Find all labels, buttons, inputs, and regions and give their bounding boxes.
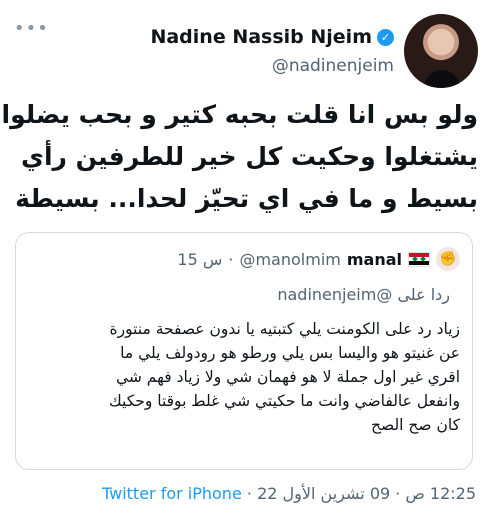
quoted-text-line: وانفعل عالفاضي وانت ما حكيتي شي غلط بوقت… bbox=[108, 392, 460, 410]
tweet-source-link[interactable]: Twitter for iPhone bbox=[102, 484, 242, 503]
meta-separator: · bbox=[228, 249, 234, 269]
tweet-footer: 12:25 ص · 09 تشرين الأول 22 · Twitter fo… bbox=[102, 484, 476, 503]
quoted-tweet-time: 15 س bbox=[177, 249, 223, 269]
display-name-row: Nadine Nassib Njeim ✓ bbox=[150, 26, 394, 48]
quoted-tweet-card[interactable]: ✊ manal @manolmim · 15 س ردا على @nadine… bbox=[15, 232, 473, 470]
reply-context: ردا على @nadinenjeim bbox=[277, 285, 450, 304]
quoted-author-name[interactable]: manal bbox=[347, 250, 402, 269]
tweet-text-line: يشتغلوا وحكيت كل خير للطرفين رأي bbox=[21, 142, 478, 171]
syria-flag-icon bbox=[408, 251, 430, 267]
author-avatar[interactable] bbox=[404, 14, 478, 88]
author-handle[interactable]: @nadinenjeim bbox=[150, 56, 394, 76]
footer-separator: · bbox=[246, 484, 252, 503]
tweet-text-line: ولو بس انا قلت بحبه كتير و بحب يضلوا bbox=[1, 100, 479, 129]
author-names: Nadine Nassib Njeim ✓ @nadinenjeim bbox=[150, 14, 394, 76]
tweet-date[interactable]: 09 تشرين الأول 22 bbox=[257, 484, 390, 503]
author-display-name[interactable]: Nadine Nassib Njeim bbox=[150, 26, 372, 48]
reply-to-handle[interactable]: @nadinenjeim bbox=[277, 285, 392, 304]
tweet-time[interactable]: 12:25 ص bbox=[405, 484, 476, 503]
tweet-text: ولو بس انا قلت بحبه كتير و بحب يضلوا يشت… bbox=[1, 94, 479, 220]
quoted-author-handle[interactable]: @manolmim bbox=[239, 250, 340, 269]
quoted-tweet-text: زياد رد على الكومنت يلي كتبتيه يا ندون ع… bbox=[24, 317, 460, 437]
quoted-text-line: عن غنيتو هو واليسا بس يلي ورطو هو رودولف… bbox=[120, 344, 460, 362]
footer-separator: · bbox=[395, 484, 401, 503]
quoted-tweet-header: ✊ manal @manolmim · 15 س bbox=[177, 247, 460, 271]
quoted-author-avatar[interactable]: ✊ bbox=[436, 247, 460, 271]
reply-prefix: ردا على bbox=[397, 285, 450, 304]
tweet-text-line: بسيط و ما في اي تحيّز لحدا... بسيطة bbox=[15, 184, 478, 213]
more-options-icon[interactable]: ••• bbox=[14, 20, 49, 38]
verified-badge-icon: ✓ bbox=[377, 28, 394, 46]
tweet-author: Nadine Nassib Njeim ✓ @nadinenjeim bbox=[150, 14, 478, 88]
quoted-text-line: زياد رد على الكومنت يلي كتبتيه يا ندون ع… bbox=[109, 320, 460, 338]
quoted-text-line: كان صح الصح bbox=[371, 416, 460, 434]
quoted-text-line: اقري غير اول جملة لا هو فهمان شي ولا زيا… bbox=[115, 368, 460, 386]
